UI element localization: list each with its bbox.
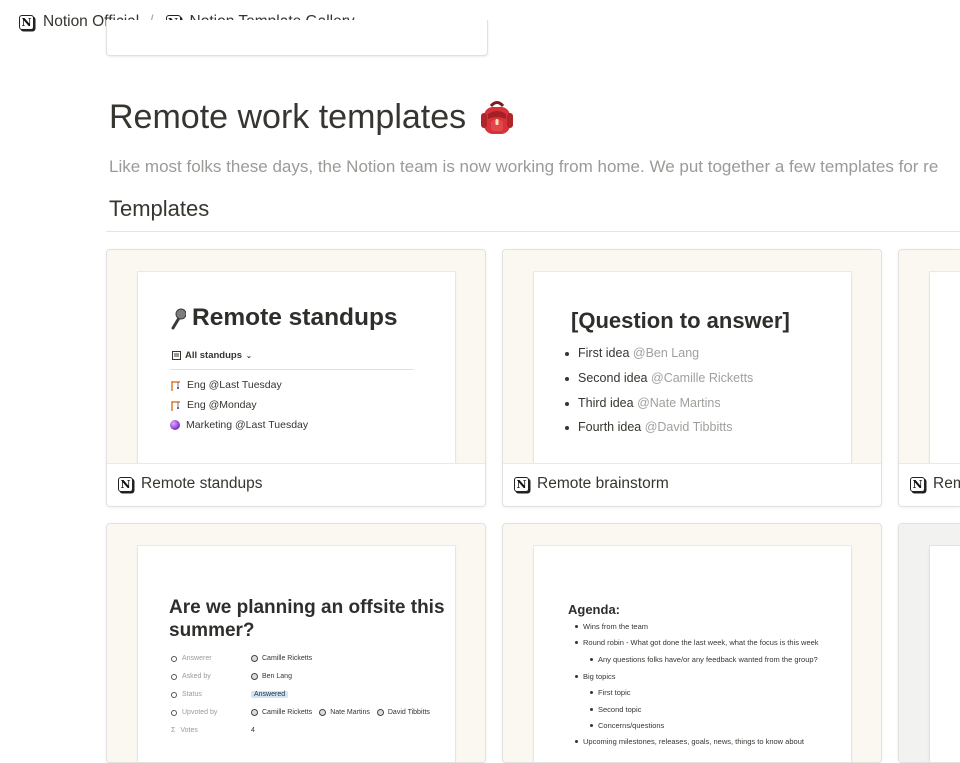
- thumbnail-title: Agenda:: [568, 602, 620, 617]
- thumbnail-page: [Question to answer] First idea @Ben Lan…: [534, 272, 851, 463]
- section-heading-templates: Templates: [109, 196, 210, 221]
- idea-text: Third idea: [578, 396, 634, 410]
- thumbnail-page: Agenda: Wins from the team Round robin -…: [534, 546, 851, 762]
- agenda-item: Concerns/questions: [589, 721, 665, 730]
- notion-logo-icon: N: [514, 476, 529, 492]
- view-selector: All standups ⌄: [172, 350, 252, 361]
- agenda-item: Any questions folks have/or any feedback…: [590, 655, 818, 664]
- property-value: 4: [251, 727, 255, 734]
- idea-text: Second idea: [578, 371, 648, 385]
- person-icon: [171, 709, 177, 716]
- card-thumbnail: [899, 250, 960, 464]
- backpack-icon: [481, 100, 514, 134]
- idea-item: First idea @Ben Lang: [564, 346, 700, 360]
- property-label: Upvoted by: [171, 709, 251, 716]
- avatar: [251, 709, 258, 716]
- thumbnail-page: [930, 546, 960, 762]
- agenda-item: Second topic: [589, 705, 642, 714]
- agenda-item: Upcoming milestones, releases, goals, ne…: [575, 737, 804, 746]
- property-value: Answered: [251, 691, 289, 698]
- property-label: Status: [171, 691, 251, 698]
- card-caption: N Remote brainstorm: [514, 475, 669, 493]
- notion-logo-icon: N: [910, 476, 925, 492]
- thumbnail-title-text: Remote standups: [192, 304, 398, 331]
- idea-mention: @David Tibbitts: [644, 420, 733, 434]
- standup-row: Eng @Last Tuesday: [170, 379, 282, 391]
- view-divider: [170, 369, 414, 370]
- card-caption: N Rem: [910, 475, 960, 493]
- card-caption: N Remote standups: [118, 475, 263, 493]
- avatar: [376, 709, 384, 716]
- card-caption-label: Rem: [933, 475, 960, 492]
- agenda-item: First topic: [590, 688, 631, 697]
- template-card-remote-standups[interactable]: Remote standups All standups ⌄ Eng @Last…: [106, 249, 486, 507]
- idea-mention: @Camille Ricketts: [651, 371, 754, 385]
- property-label: Σ Votes: [171, 727, 198, 734]
- template-card-offsite-question[interactable]: Are we planning an offsite this summer? …: [106, 523, 486, 763]
- person-icon: [171, 655, 177, 662]
- person-icon: [171, 673, 177, 680]
- standup-row-label: Marketing @Last Tuesday: [186, 419, 309, 431]
- avatar: [251, 673, 258, 680]
- template-card-partial[interactable]: N Rem: [898, 249, 960, 507]
- construction-crane-icon: [171, 400, 180, 411]
- notion-logo-icon: N: [19, 14, 34, 30]
- section-divider: [106, 231, 960, 232]
- microphone-icon: [171, 308, 186, 330]
- property-value: Ben Lang: [251, 673, 292, 680]
- avatar: [251, 655, 258, 662]
- status-icon: [171, 691, 177, 698]
- idea-item: Fourth idea @David Tibbitts: [564, 420, 733, 434]
- agenda-item: Wins from the team: [574, 622, 649, 631]
- idea-mention: @Nate Martins: [637, 396, 721, 410]
- thumbnail-page: [930, 272, 960, 463]
- page-description: Like most folks these days, the Notion t…: [109, 157, 939, 176]
- template-card-remote-brainstorm[interactable]: [Question to answer] First idea @Ben Lan…: [502, 249, 882, 507]
- idea-mention: @Ben Lang: [632, 346, 700, 360]
- crystal-ball-icon: [170, 420, 180, 430]
- page-title-text: Remote work templates: [109, 98, 467, 136]
- card-thumbnail: Are we planning an offsite this summer? …: [107, 524, 485, 762]
- idea-item: Third idea @Nate Martins: [565, 396, 721, 410]
- property-value: Camille Ricketts Nate Martins David Tibb…: [251, 709, 430, 716]
- idea-item: Second idea @Camille Ricketts: [564, 371, 754, 385]
- avatar: [319, 709, 327, 716]
- card-caption-label: Remote brainstorm: [537, 475, 669, 492]
- thumbnail-title: [Question to answer]: [571, 308, 790, 333]
- previous-card-bottom: [106, 20, 488, 56]
- standup-row-label: Eng @Monday: [187, 399, 257, 411]
- list-view-icon: [172, 351, 181, 360]
- standup-row: Eng @Monday: [170, 399, 257, 411]
- property-label: Asked by: [171, 673, 251, 680]
- template-card-partial[interactable]: [898, 523, 960, 763]
- agenda-item: Big topics: [575, 672, 616, 681]
- standup-row: Marketing @Last Tuesday: [170, 419, 308, 431]
- card-thumbnail: Remote standups All standups ⌄ Eng @Last…: [107, 250, 485, 464]
- card-thumbnail: [899, 524, 960, 762]
- idea-text: First idea: [578, 346, 630, 360]
- card-caption-label: Remote standups: [141, 475, 263, 492]
- thumbnail-title: Remote standups: [170, 304, 398, 332]
- view-label: All standups: [185, 350, 243, 361]
- card-thumbnail: [Question to answer] First idea @Ben Lan…: [503, 250, 881, 464]
- card-thumbnail: Agenda: Wins from the team Round robin -…: [503, 524, 881, 762]
- construction-crane-icon: [171, 380, 180, 391]
- template-card-meeting-agenda[interactable]: Agenda: Wins from the team Round robin -…: [502, 523, 882, 763]
- thumbnail-page: Remote standups All standups ⌄ Eng @Last…: [138, 272, 455, 463]
- standup-row-label: Eng @Last Tuesday: [187, 379, 282, 391]
- idea-text: Fourth idea: [578, 420, 642, 434]
- sigma-icon: Σ: [171, 727, 176, 734]
- thumbnail-title: Are we planning an offsite this summer?: [169, 597, 445, 641]
- thumbnail-page: Are we planning an offsite this summer? …: [138, 546, 455, 762]
- property-value: Camille Ricketts: [251, 655, 312, 662]
- page-title: Remote work templates: [109, 98, 514, 137]
- chevron-down-icon: ⌄: [246, 352, 252, 360]
- notion-logo-icon: N: [118, 476, 133, 492]
- agenda-item: Round robin - What got done the last wee…: [575, 638, 819, 647]
- status-badge: Answered: [251, 691, 289, 698]
- property-label: Answerer: [171, 655, 251, 662]
